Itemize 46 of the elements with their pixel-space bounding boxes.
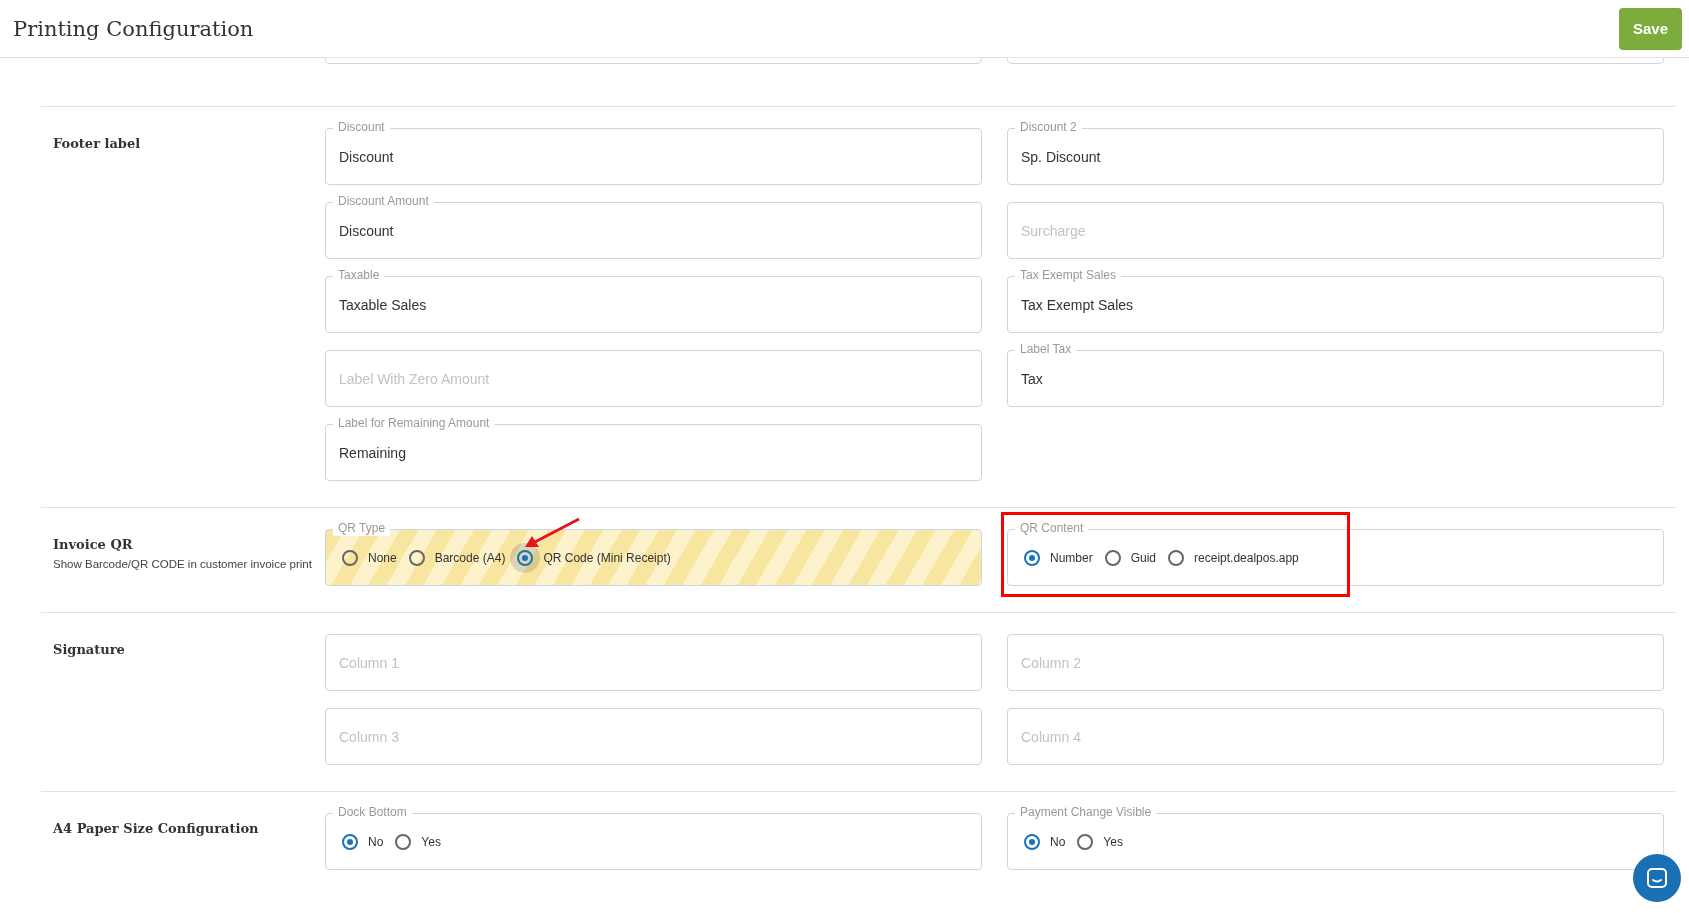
field-placeholder: Label With Zero Amount — [339, 370, 490, 387]
section-title: Invoice QR — [53, 537, 134, 552]
field-placeholder: Column 1 — [339, 654, 399, 671]
page-title: Printing Configuration — [13, 16, 254, 41]
field-label: Tax Exempt Sales — [1015, 268, 1122, 283]
section-title: Footer label — [53, 136, 142, 151]
radio-label: QR Code (Mini Receipt) — [543, 550, 671, 565]
field-label: Label for Remaining Amount — [333, 416, 495, 431]
chat-button[interactable] — [1633, 854, 1681, 902]
field-placeholder: Column 2 — [1021, 654, 1081, 671]
radio-label: None — [368, 550, 397, 565]
field-value: Remaining — [339, 444, 406, 461]
section-title: A4 Paper Size Configuration — [53, 821, 260, 836]
field-placeholder: Column 4 — [1021, 728, 1081, 745]
section-title: Signature — [53, 642, 126, 657]
field-label: QR Type — [333, 521, 391, 536]
radio-button[interactable] — [342, 549, 358, 566]
radio-button[interactable] — [395, 833, 412, 850]
radio-button[interactable] — [1168, 549, 1185, 566]
section-description: Show Barcode/QR CODE in customer invoice print — [53, 557, 313, 572]
radio-label: Number — [1050, 550, 1093, 565]
radio-button[interactable] — [1024, 549, 1040, 566]
field-value: Tax Exempt Sales — [1021, 296, 1134, 313]
field-value: Tax — [1021, 370, 1043, 387]
radio-label: receipt.dealpos.app — [1194, 550, 1299, 565]
radio-button[interactable] — [408, 549, 425, 566]
radio-button[interactable] — [517, 549, 534, 566]
radio-button[interactable] — [1024, 833, 1040, 850]
radio-label: Yes — [1103, 834, 1123, 849]
field-value: Taxable Sales — [339, 296, 427, 313]
radio-button[interactable] — [1077, 833, 1094, 850]
field-value: Discount — [339, 148, 394, 165]
chat-icon — [1645, 866, 1669, 890]
radio-label: No — [1050, 834, 1066, 849]
radio-label: Barcode (A4) — [434, 550, 506, 565]
field-placeholder: Surcharge — [1021, 222, 1086, 239]
radio-label: No — [368, 834, 384, 849]
field-value: Discount — [339, 222, 394, 239]
radio-button[interactable] — [342, 833, 358, 850]
radio-button[interactable] — [1104, 549, 1121, 566]
radio-label: Guid — [1130, 550, 1157, 565]
field-placeholder: Column 3 — [339, 728, 399, 745]
field-value: Sp. Discount — [1021, 148, 1101, 165]
radio-label: Yes — [421, 834, 441, 849]
field-label: QR Content — [1015, 521, 1089, 536]
field-label: Payment Change Visible — [1015, 805, 1157, 820]
